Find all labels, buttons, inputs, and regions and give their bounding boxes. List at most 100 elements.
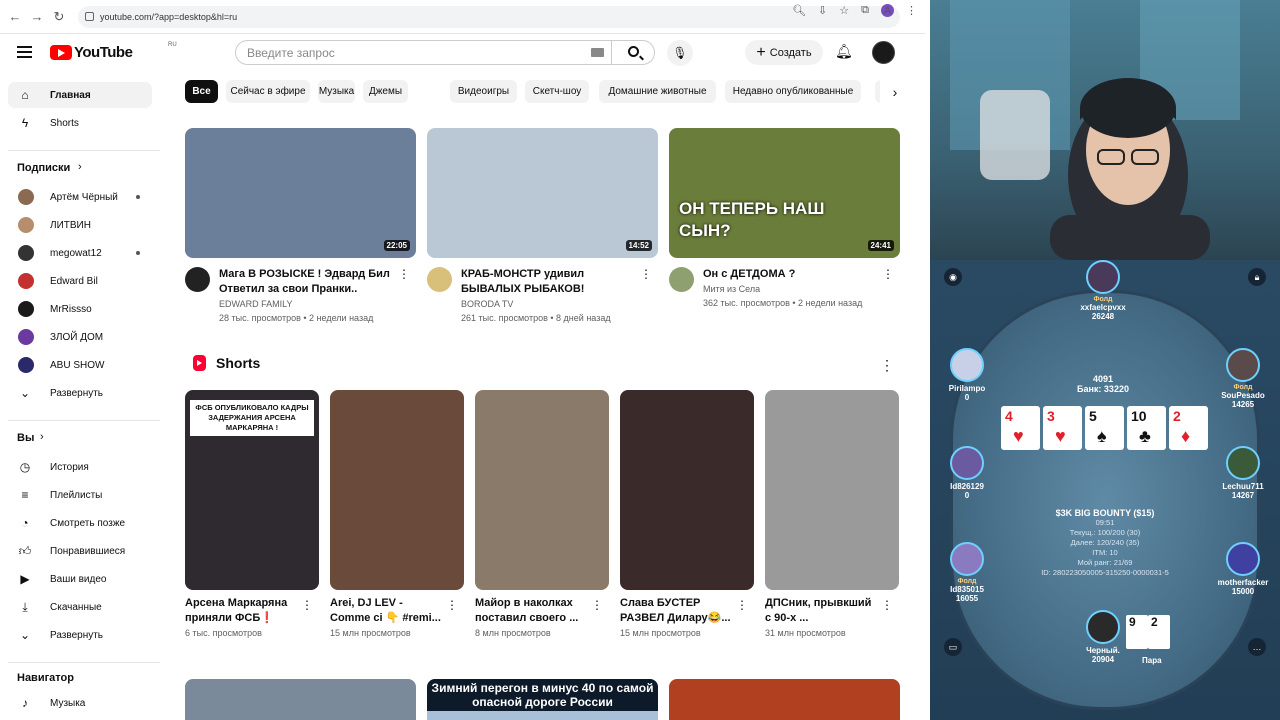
subscription-item[interactable]: MrRissso [8, 296, 152, 322]
short-thumbnail[interactable] [620, 390, 754, 590]
video-thumbnail[interactable] [185, 679, 416, 720]
short-thumbnail[interactable] [765, 390, 899, 590]
history-cards-icon[interactable]: ▭ [944, 638, 962, 656]
sidebar-item-your-videos[interactable]: ▶ Ваши видео [8, 566, 152, 592]
video-title[interactable]: Мага В РОЗЫСКЕ ! Эдвард Бил Ответил за с… [219, 267, 394, 297]
video-thumbnail[interactable]: ОН ТЕПЕРЬ НАШ СЫН? 24:41 [669, 128, 900, 258]
sidebar-item-chevron-down[interactable]: ⌄ Развернуть [8, 622, 152, 648]
chat-icon[interactable]: … [1248, 638, 1266, 656]
more-options-icon[interactable]: ⋮ [398, 267, 410, 281]
extensions-icon[interactable]: ⧉ [861, 4, 869, 17]
chip-filter[interactable]: Все [185, 80, 218, 103]
video-thumbnail[interactable]: Зимний перегон в минус 40 по самой опасн… [427, 679, 658, 720]
chip-filter[interactable]: Видеоигры [450, 80, 517, 103]
sidebar-item-like[interactable]: 👍︎ Понравившиеся [8, 538, 152, 564]
chip-filter[interactable]: Сейчас в эфире [226, 80, 310, 103]
sidebar-item-watch-later[interactable]: ◔ Смотреть позже [8, 510, 152, 536]
more-options-icon[interactable]: ⋮ [301, 598, 313, 612]
camera-icon[interactable]: ◉ [944, 268, 962, 286]
poker-player: Id826129 0 [932, 446, 1002, 500]
microphone-icon[interactable]: 🎙︎ [667, 40, 693, 66]
subscription-item[interactable]: megowat12 [8, 240, 152, 266]
player-avatar [950, 446, 984, 480]
sidebar-item-download[interactable]: ⤓ Скачанные [8, 594, 152, 620]
subscription-item[interactable]: Edward Bil [8, 268, 152, 294]
create-button[interactable]: + Создать [745, 40, 823, 65]
subscription-item[interactable]: ЛИТВИН [8, 212, 152, 238]
card-suit: ♥ [1055, 426, 1066, 446]
chip-filter[interactable]: Недавно опубликованные [725, 80, 861, 103]
channel-name[interactable]: BORODA TV [461, 297, 658, 311]
reload-icon[interactable]: ↻ [52, 9, 66, 24]
video-title[interactable]: КРАБ-МОНСТР удивил БЫВАЛЫХ РЫБАКОВ! ДВОР… [461, 267, 636, 297]
channel-avatar [18, 357, 34, 373]
subscription-item[interactable]: ЗЛОЙ ДОМ [8, 324, 152, 350]
channel-name[interactable]: EDWARD FAMILY [219, 297, 416, 311]
more-options-icon[interactable]: ⋮ [882, 267, 894, 281]
search-icon[interactable] [628, 46, 639, 57]
short-card[interactable]: ФСБ ОПУБЛИКОВАЛО КАДРЫ ЗАДЕРЖАНИЯ АРСЕНА… [185, 390, 319, 638]
short-card[interactable]: Майор в наколках поставил своего ... 8 мл… [475, 390, 609, 638]
video-card[interactable]: 22:05 Мага В РОЗЫСКЕ ! Эдвард Бил Ответил… [185, 128, 416, 325]
more-options-icon[interactable]: ⋮ [446, 598, 458, 612]
more-options-icon[interactable]: ⋮ [591, 598, 603, 612]
video-thumbnail[interactable] [669, 679, 900, 720]
user-avatar[interactable] [872, 41, 895, 64]
video-thumbnail[interactable]: 14:52 [427, 128, 658, 258]
back-icon[interactable]: ← [8, 9, 22, 24]
chip-filter[interactable]: Музыка [318, 80, 355, 103]
browser-toolbar: ← → ↻ youtube.com/?app=desktop&hl=ru 🔍︎ … [0, 0, 925, 34]
video-card[interactable]: ОН ТЕПЕРЬ НАШ СЫН? 24:41 Он с ДЕТДОМА ? Мит… [669, 128, 900, 310]
short-thumbnail[interactable] [475, 390, 609, 590]
sidebar-item-shorts[interactable]: ϟ Shorts [8, 110, 152, 136]
video-card[interactable]: 14:52 КРАБ-МОНСТР удивил БЫВАЛЫХ РЫБАКОВ!… [427, 128, 658, 325]
card-suit: ♦ [1181, 426, 1191, 446]
sidebar-item-history[interactable]: ◷ История [8, 454, 152, 480]
channel-avatar[interactable] [427, 267, 452, 292]
video-duration: 14:52 [625, 240, 652, 251]
sidebar-item-playlists[interactable]: ≡ Плейлисты [8, 482, 152, 508]
video-title[interactable]: Он с ДЕТДОМА ? [703, 267, 878, 282]
lock-icon[interactable]: 🔒︎ [1248, 268, 1266, 286]
chip-filter[interactable]: Джемы [363, 80, 408, 103]
install-icon[interactable]: ⇩ [818, 4, 827, 17]
subscription-label: Артём Чёрный [50, 191, 118, 203]
bookmark-star-icon[interactable]: ☆ [839, 4, 849, 17]
keyboard-icon[interactable] [591, 48, 604, 57]
menu-icon[interactable] [17, 46, 32, 58]
short-thumbnail[interactable]: ФСБ ОПУБЛИКОВАЛО КАДРЫ ЗАДЕРЖАНИЯ АРСЕНА… [185, 390, 319, 590]
sidebar-item-home[interactable]: ⌂ Главная [8, 82, 152, 108]
more-options-icon[interactable]: ⋮ [640, 267, 652, 281]
forward-icon[interactable]: → [30, 9, 44, 24]
channel-avatar[interactable] [669, 267, 694, 292]
browser-menu-icon[interactable]: ⋮ [906, 4, 917, 17]
subscription-item[interactable]: ⌄ Развернуть [8, 380, 152, 406]
chips-next-arrow-icon[interactable]: › [880, 80, 910, 104]
chevron-right-icon[interactable]: › [78, 161, 82, 173]
subscription-item[interactable]: Артём Чёрный [8, 184, 152, 210]
sidebar-item-music[interactable]: ♪ Музыка [8, 690, 152, 716]
notifications-bell-icon[interactable]: 🔔︎ [835, 43, 853, 60]
shorts-more-icon[interactable]: ⋮ [880, 357, 894, 374]
youtube-logo[interactable]: YouTube RU [50, 42, 177, 61]
profile-avatar[interactable]: A [881, 4, 894, 17]
zoom-icon[interactable]: 🔍︎ [792, 4, 806, 17]
subscription-item[interactable]: ABU SHOW [8, 352, 152, 378]
music-icon: ♪ [22, 696, 28, 710]
chip-filter[interactable]: Скетч-шоу [525, 80, 589, 103]
short-thumbnail[interactable] [330, 390, 464, 590]
address-bar[interactable]: youtube.com/?app=desktop&hl=ru [78, 6, 900, 28]
short-card[interactable]: ДПСник, прывкший с 90-х ... 31 млн просмо… [765, 390, 899, 638]
video-stats: 261 тыс. просмотров • 8 дней назад [461, 313, 611, 323]
short-card[interactable]: Слава БУСТЕР РАЗВЕЛ Дилару😂... 15 млн про… [620, 390, 754, 638]
more-options-icon[interactable]: ⋮ [736, 598, 748, 612]
more-options-icon[interactable]: ⋮ [881, 598, 893, 612]
site-info-icon[interactable] [85, 12, 94, 21]
chip-filter[interactable]: Домашние животные [599, 80, 716, 103]
channel-name[interactable]: Митя из Села [703, 282, 900, 296]
chevron-right-icon[interactable]: › [40, 431, 44, 443]
short-card[interactable]: Arei, DJ LEV - Comme ci 👇 #remi... 15 млн… [330, 390, 464, 638]
channel-avatar[interactable] [185, 267, 210, 292]
video-thumbnail[interactable]: 22:05 [185, 128, 416, 258]
search-input[interactable]: Введите запрос [235, 40, 655, 65]
